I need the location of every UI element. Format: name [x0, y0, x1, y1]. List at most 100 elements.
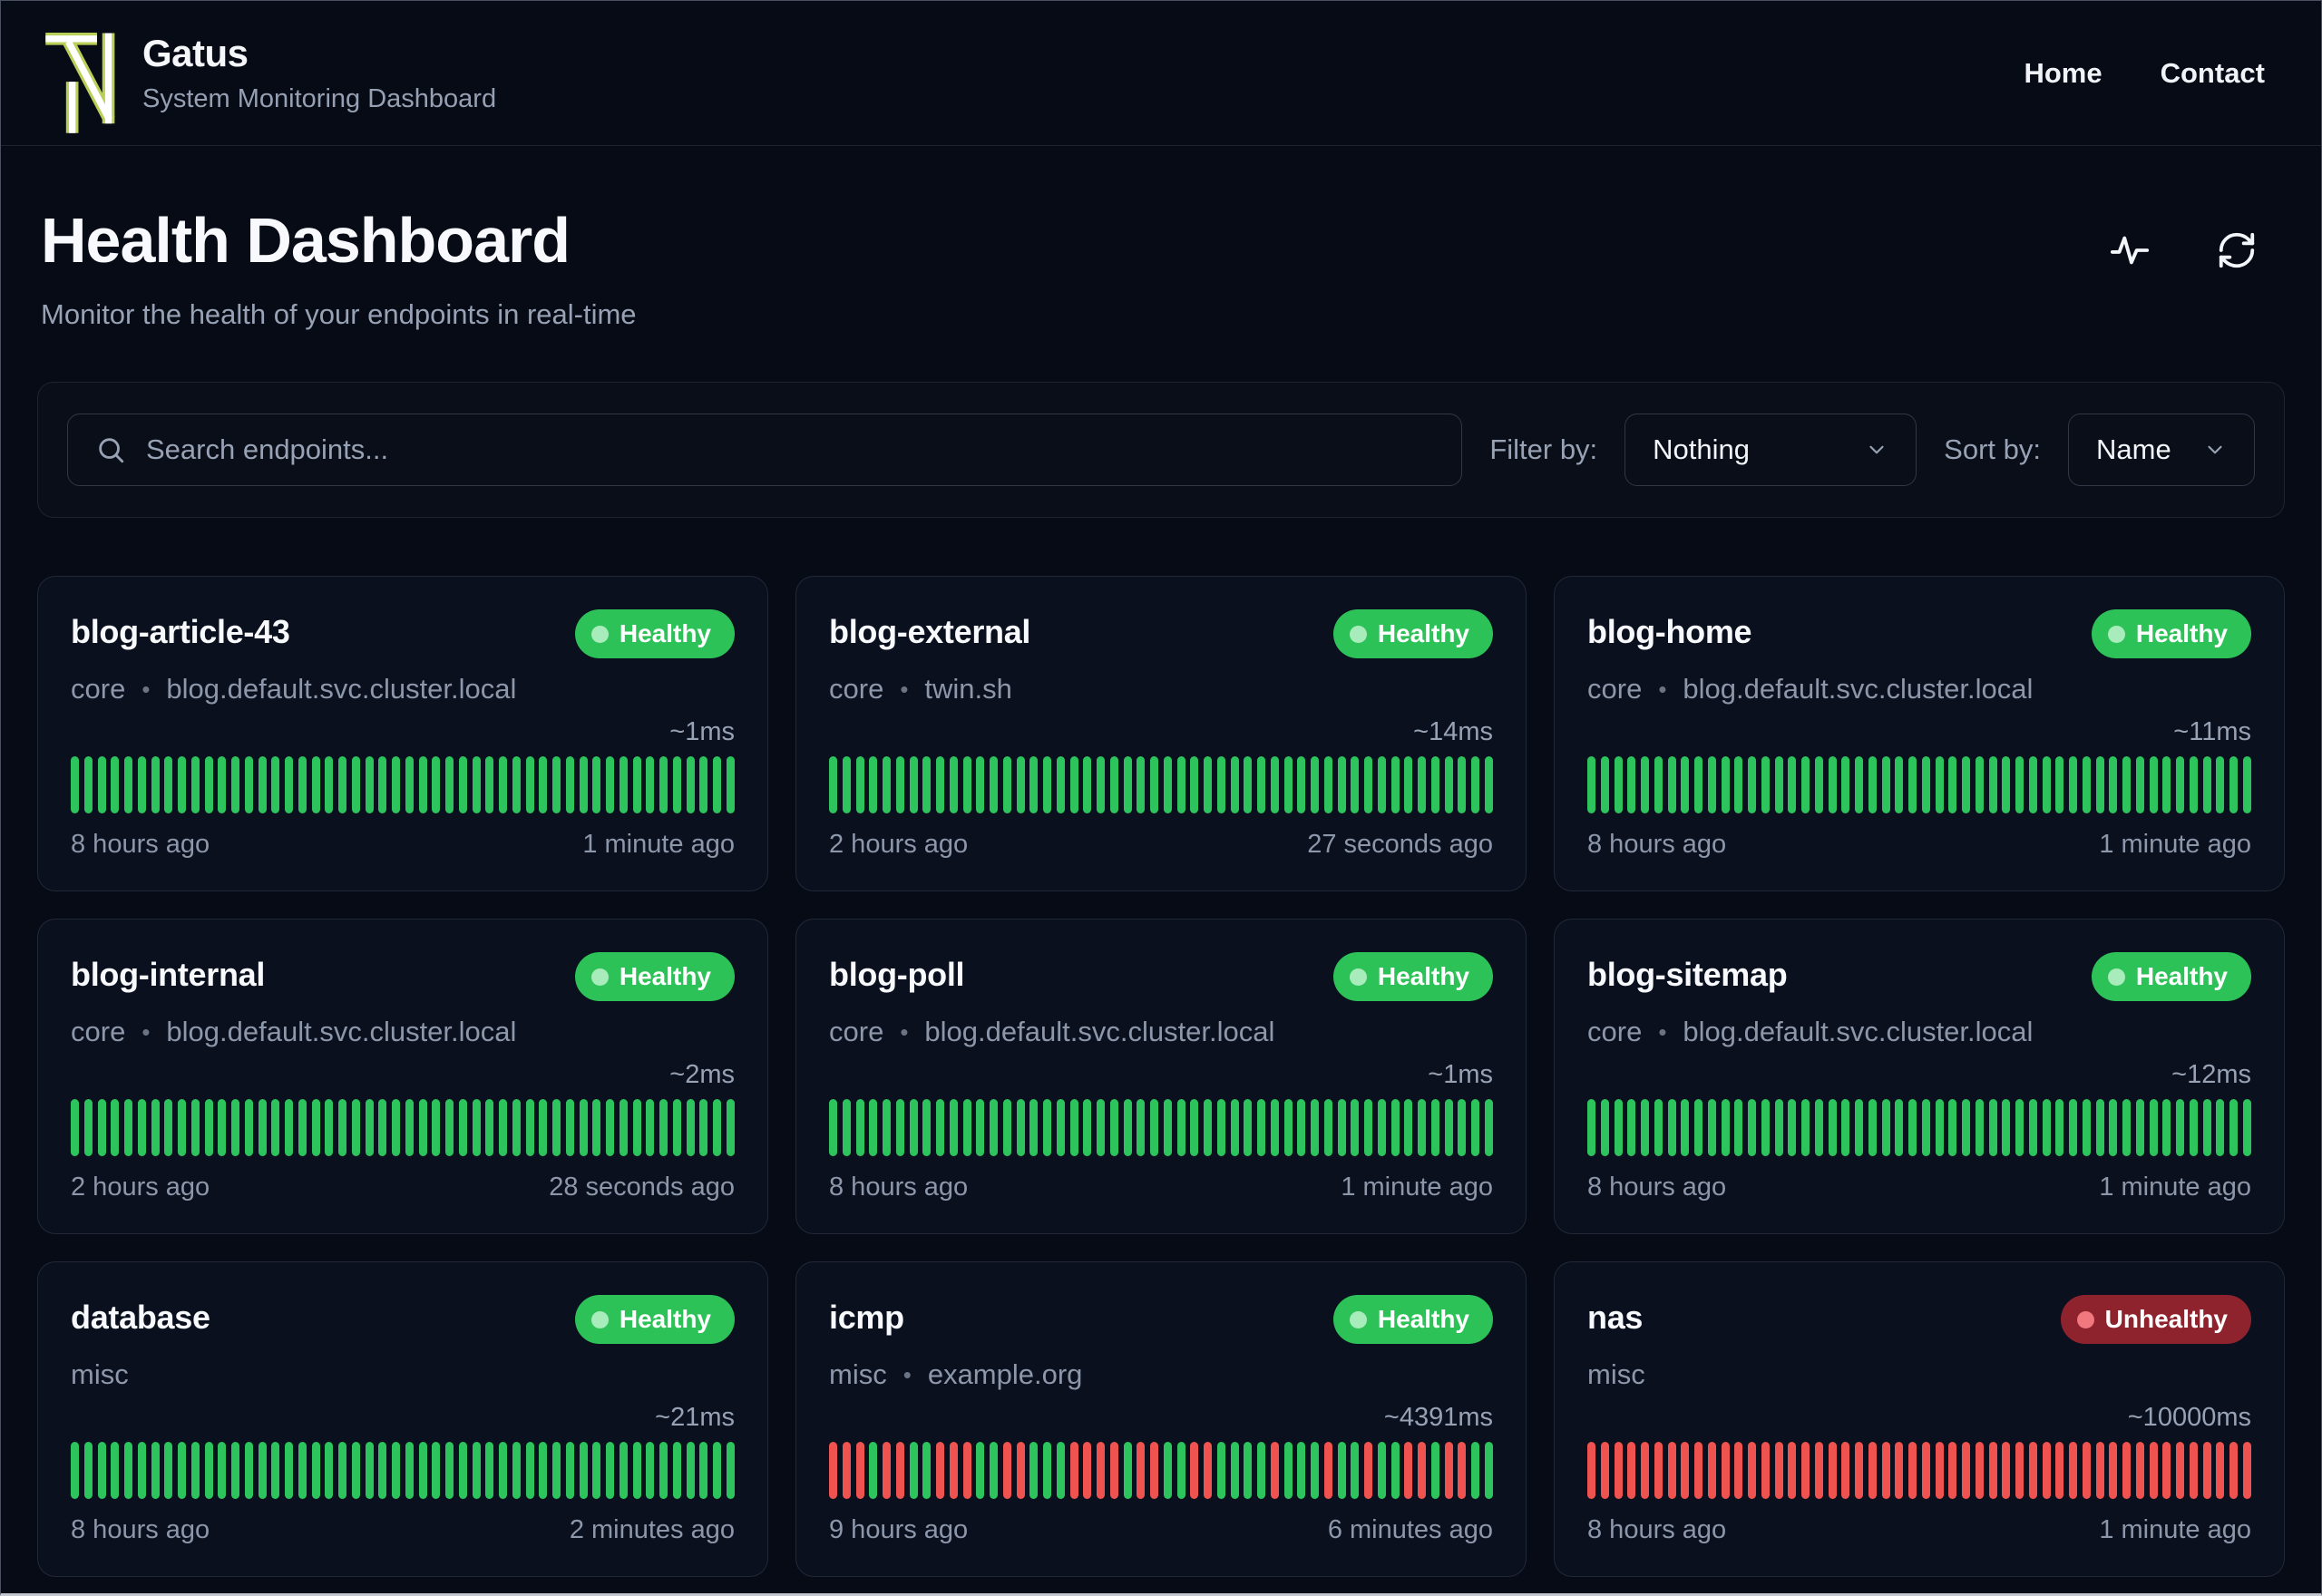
status-bar-down[interactable] [2002, 1442, 2011, 1499]
status-bar-up[interactable] [1430, 1099, 1439, 1156]
status-bar-up[interactable] [432, 756, 441, 813]
status-bar-down[interactable] [895, 1442, 904, 1499]
status-bar-up[interactable] [325, 1442, 334, 1499]
status-bar-up[interactable] [1297, 1442, 1306, 1499]
status-bar-up[interactable] [445, 756, 454, 813]
status-bar-down[interactable] [1270, 1442, 1279, 1499]
status-bar-down[interactable] [1868, 1442, 1877, 1499]
status-bar-down[interactable] [1204, 1442, 1212, 1499]
status-bar-up[interactable] [1097, 1099, 1105, 1156]
status-bar-up[interactable] [1734, 756, 1743, 813]
status-bar-up[interactable] [565, 1442, 574, 1499]
status-bar-down[interactable] [1975, 1442, 1984, 1499]
status-bar-up[interactable] [1377, 1099, 1386, 1156]
status-bar-up[interactable] [525, 1099, 534, 1156]
status-bar-up[interactable] [1176, 1099, 1185, 1156]
status-bar-up[interactable] [258, 1099, 267, 1156]
status-bar-up[interactable] [842, 1099, 851, 1156]
status-bar-up[interactable] [2162, 1099, 2171, 1156]
status-bar-up[interactable] [726, 1442, 735, 1499]
status-bar-down[interactable] [1774, 1442, 1783, 1499]
status-bar-up[interactable] [190, 1099, 200, 1156]
status-bar-up[interactable] [1043, 756, 1051, 813]
status-bar-up[interactable] [392, 1442, 400, 1499]
status-bar-up[interactable] [2176, 756, 2184, 813]
status-bar-up[interactable] [1587, 756, 1595, 813]
status-bar-up[interactable] [909, 756, 918, 813]
status-bar-up[interactable] [405, 1442, 414, 1499]
status-bar-up[interactable] [405, 1099, 414, 1156]
status-bar-up[interactable] [1390, 1442, 1400, 1499]
status-bar-up[interactable] [1216, 756, 1225, 813]
status-bar-up[interactable] [909, 1099, 918, 1156]
status-bar-up[interactable] [111, 756, 120, 813]
status-bar-up[interactable] [659, 756, 668, 813]
status-bar-up[interactable] [1097, 756, 1105, 813]
status-bar-down[interactable] [842, 1442, 851, 1499]
status-bar-up[interactable] [190, 756, 200, 813]
status-bar-up[interactable] [1667, 756, 1676, 813]
status-bar-up[interactable] [1761, 1099, 1770, 1156]
status-bar-down[interactable] [855, 1442, 864, 1499]
status-bar-up[interactable] [1908, 1099, 1917, 1156]
status-bar-up[interactable] [922, 1099, 932, 1156]
status-bar-up[interactable] [1734, 1099, 1743, 1156]
status-bar-up[interactable] [829, 1099, 837, 1156]
status-bar-up[interactable] [1444, 1099, 1453, 1156]
status-bar-up[interactable] [71, 1099, 79, 1156]
status-bar-up[interactable] [1895, 1099, 1904, 1156]
status-bar-up[interactable] [285, 1442, 293, 1499]
status-bar-up[interactable] [1774, 1099, 1783, 1156]
status-bar-up[interactable] [1418, 1099, 1426, 1156]
status-bar-up[interactable] [990, 756, 998, 813]
status-bar-up[interactable] [1908, 756, 1917, 813]
status-bar-up[interactable] [1257, 1099, 1265, 1156]
status-bar-up[interactable] [1123, 1442, 1132, 1499]
status-bar-up[interactable] [1935, 756, 1944, 813]
status-bar-up[interactable] [71, 756, 79, 813]
status-bar-up[interactable] [1163, 756, 1172, 813]
status-bar-up[interactable] [1988, 756, 1997, 813]
status-bar-up[interactable] [659, 1099, 668, 1156]
status-bar-up[interactable] [1216, 1442, 1225, 1499]
status-bar-up[interactable] [2042, 756, 2051, 813]
status-bar-down[interactable] [2135, 1442, 2144, 1499]
status-bar-up[interactable] [1109, 1099, 1118, 1156]
status-bar-down[interactable] [2242, 1442, 2251, 1499]
status-bar-up[interactable] [2149, 756, 2158, 813]
endpoint-card[interactable]: blog-external Healthy core • twin.sh ~14… [795, 576, 1527, 891]
status-bar-up[interactable] [1137, 1099, 1146, 1156]
status-bar-up[interactable] [1056, 1442, 1065, 1499]
status-bar-up[interactable] [1150, 1099, 1158, 1156]
status-bar-up[interactable] [699, 1442, 708, 1499]
status-bar-down[interactable] [1109, 1442, 1118, 1499]
status-bar-up[interactable] [83, 756, 93, 813]
status-bar-down[interactable] [2015, 1442, 2024, 1499]
status-bar-up[interactable] [883, 1099, 891, 1156]
status-bar-up[interactable] [1707, 756, 1716, 813]
status-bar-up[interactable] [204, 756, 213, 813]
status-bar-up[interactable] [1283, 756, 1293, 813]
status-bar-up[interactable] [365, 756, 374, 813]
status-bar-down[interactable] [1681, 1442, 1690, 1499]
status-bar-up[interactable] [619, 756, 628, 813]
status-bar-down[interactable] [936, 1442, 944, 1499]
status-bar-up[interactable] [178, 756, 186, 813]
status-bar-up[interactable] [325, 1099, 334, 1156]
status-bar-down[interactable] [1788, 1442, 1797, 1499]
status-bar-up[interactable] [2135, 1099, 2144, 1156]
status-bar-up[interactable] [936, 756, 944, 813]
status-bar-up[interactable] [552, 1099, 561, 1156]
status-bar-down[interactable] [2042, 1442, 2051, 1499]
status-bar-up[interactable] [2216, 1099, 2225, 1156]
status-bar-up[interactable] [458, 1442, 467, 1499]
status-bar-down[interactable] [1841, 1442, 1850, 1499]
status-bar-up[interactable] [151, 756, 160, 813]
status-bar-up[interactable] [432, 1442, 441, 1499]
status-bar-up[interactable] [1600, 1099, 1609, 1156]
status-bar-up[interactable] [1083, 1099, 1092, 1156]
status-bar-up[interactable] [485, 1099, 494, 1156]
status-bar-up[interactable] [190, 1442, 200, 1499]
status-bar-up[interactable] [1801, 1099, 1810, 1156]
status-bar-up[interactable] [2028, 756, 2037, 813]
